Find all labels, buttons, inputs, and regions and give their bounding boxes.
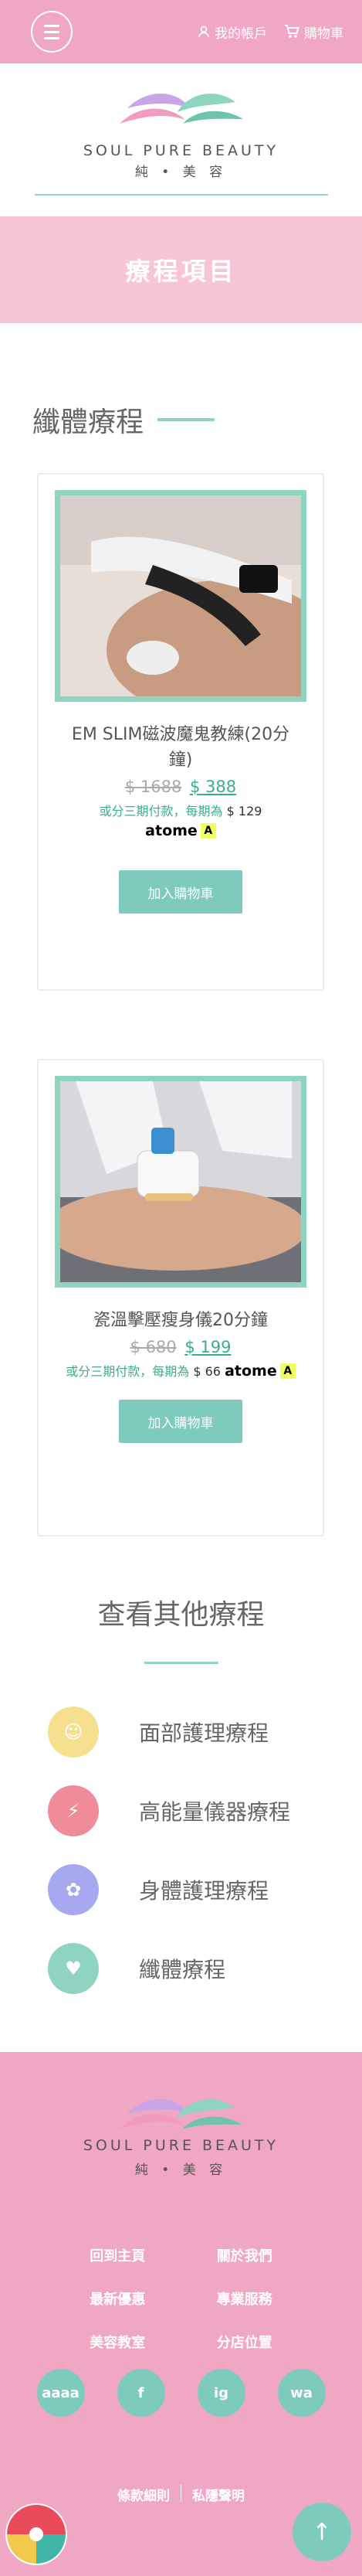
footer-link-branches[interactable]: 分店位置 <box>181 2332 309 2352</box>
footer-links: 回到主頁 關於我們 最新優惠 專業服務 美容教室 分店位置 <box>0 2245 362 2352</box>
user-icon <box>198 26 209 38</box>
top-links: 我的帳戶 購物車 <box>198 22 343 42</box>
arrow-up-icon: ↑ <box>312 2518 332 2546</box>
add-to-cart-button[interactable]: 加入購物車 <box>119 870 242 914</box>
category-facial[interactable]: ☺ 面部護理療程 <box>48 1707 269 1758</box>
installment-info: 或分三期付款，每期為 $ 129 <box>39 801 323 819</box>
brand-sub: 純 • 美 容 <box>134 165 228 180</box>
section-title: 纖體療程 <box>32 407 144 438</box>
terms-link[interactable]: 條款細則 <box>117 2485 170 2504</box>
installment-info: 或分三期付款，每期為 $ 66 atome A <box>39 1361 323 1380</box>
new-price: $ 199 <box>184 1338 232 1356</box>
page-banner: 療程項目 <box>0 216 362 323</box>
product-image[interactable] <box>55 1076 306 1288</box>
cart-label: 購物車 <box>304 26 343 42</box>
social-links: aaaa f ig wa <box>0 2369 362 2417</box>
top-bar: 我的帳戶 購物車 <box>0 0 362 63</box>
price-row: $ 680 $ 199 <box>39 1338 323 1356</box>
footer-link-about[interactable]: 關於我們 <box>181 2245 309 2265</box>
category-label: 面部護理療程 <box>139 1720 269 1746</box>
device-icon: ⚡ <box>48 1785 99 1836</box>
old-price: $ 1688 <box>124 778 182 796</box>
product-name[interactable]: 瓷溫擊壓瘦身儀20分鐘 <box>39 1308 323 1333</box>
product-card: EM SLIM磁波魔鬼教練(20分鐘) $ 1688 $ 388 或分三期付款，… <box>37 473 324 991</box>
atome-logo: atome A <box>225 1363 296 1380</box>
footer-link-home[interactable]: 回到主頁 <box>54 2245 181 2265</box>
cart-link[interactable]: 購物車 <box>284 22 343 42</box>
category-body[interactable]: ✿ 身體護理療程 <box>48 1864 269 1915</box>
instagram-icon[interactable]: ig <box>197 2369 245 2417</box>
installment-text: 或分三期付款，每期為 <box>66 1364 190 1379</box>
atome-row: atome A <box>39 822 323 839</box>
account-label: 我的帳戶 <box>215 26 267 42</box>
category-label: 高能量儀器療程 <box>139 1799 291 1825</box>
brand-logo-icon <box>119 94 243 124</box>
atome-logo: atome A <box>145 822 216 839</box>
category-label: 身體護理療程 <box>139 1878 269 1904</box>
footer-brand-name: SOUL PURE BEAUTY <box>83 2137 279 2154</box>
category-device[interactable]: ⚡ 高能量儀器療程 <box>48 1785 290 1836</box>
footer: SOUL PURE BEAUTY 純 • 美 容 回到主頁 關於我們 最新優惠 … <box>0 2052 362 2576</box>
footer-link-offers[interactable]: 最新優惠 <box>54 2288 181 2309</box>
footer-logo-icon <box>119 2099 242 2129</box>
other-treatments-title: 查看其他療程 <box>97 1599 265 1631</box>
other-divider <box>144 1662 218 1664</box>
footer-logo[interactable]: SOUL PURE BEAUTY 純 • 美 容 <box>0 2137 362 2178</box>
footer-link-services[interactable]: 專業服務 <box>181 2288 309 2309</box>
category-slimming[interactable]: ♥ 纖體療程 <box>48 1943 225 1994</box>
privacy-link[interactable]: 私隱聲明 <box>192 2485 245 2504</box>
new-price: $ 388 <box>190 778 237 796</box>
installment-text: 或分三期付款，每期為 <box>99 804 223 818</box>
logo[interactable]: SOUL PURE BEAUTY 純 • 美 容 <box>0 63 362 216</box>
account-link[interactable]: 我的帳戶 <box>198 22 267 42</box>
face-icon: ☺ <box>48 1707 99 1758</box>
footer-link-classroom[interactable]: 美容教室 <box>54 2332 181 2352</box>
atome-badge-icon: A <box>279 1363 296 1379</box>
lucky-wheel-icon[interactable] <box>5 2503 68 2566</box>
aaaa-icon[interactable]: aaaa <box>36 2369 85 2417</box>
menu-icon[interactable] <box>31 11 73 53</box>
old-price: $ 680 <box>130 1338 177 1356</box>
add-to-cart-button[interactable]: 加入購物車 <box>119 1400 242 1443</box>
facebook-icon[interactable]: f <box>117 2369 165 2417</box>
atome-badge-icon: A <box>200 823 216 839</box>
whatsapp-icon[interactable]: wa <box>277 2369 326 2417</box>
category-label: 纖體療程 <box>139 1957 226 1982</box>
cart-icon <box>285 25 299 38</box>
body-care-icon: ✿ <box>48 1864 99 1915</box>
footer-brand-sub: 純 • 美 容 <box>134 2163 228 2178</box>
product-card: 瓷溫擊壓瘦身儀20分鐘 $ 680 $ 199 或分三期付款，每期為 $ 66 … <box>37 1059 324 1536</box>
price-row: $ 1688 $ 388 <box>39 778 323 796</box>
brand-name: SOUL PURE BEAUTY <box>83 142 279 159</box>
product-image[interactable] <box>55 490 306 702</box>
divider <box>34 194 328 196</box>
installment-amount: $ 129 <box>226 804 262 818</box>
section-dash <box>157 418 215 421</box>
page-title: 療程項目 <box>125 257 237 286</box>
product-name[interactable]: EM SLIM磁波魔鬼教練(20分鐘) <box>39 722 323 773</box>
section-heading: 纖體療程 <box>0 323 362 454</box>
footer-legal: 條款細則 私隱聲明 <box>0 2485 362 2504</box>
slimming-icon: ♥ <box>48 1943 99 1994</box>
back-to-top-button[interactable]: ↑ <box>293 2503 351 2561</box>
installment-amount: $ 66 <box>193 1364 221 1379</box>
